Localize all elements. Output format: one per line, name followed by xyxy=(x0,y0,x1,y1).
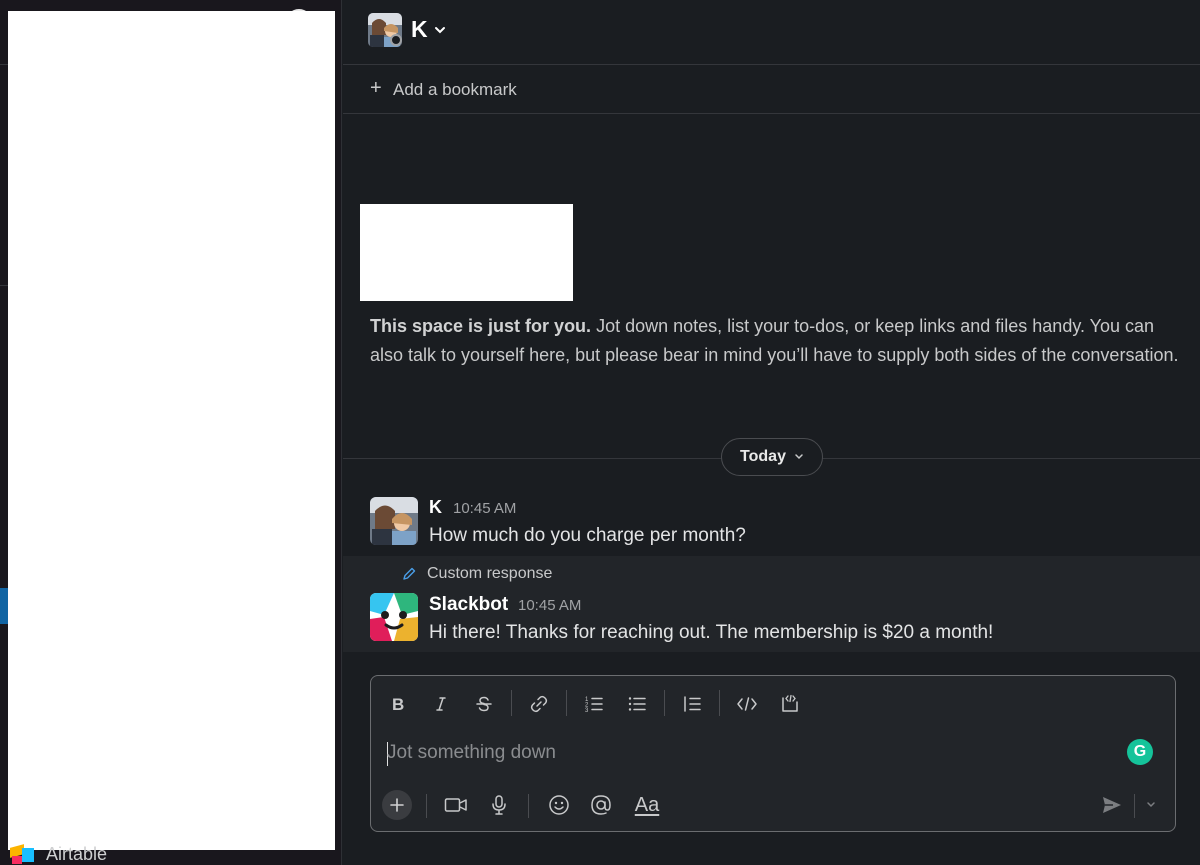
sidebar-active-indicator xyxy=(0,588,8,624)
send-icon[interactable] xyxy=(1097,790,1127,820)
sidebar-item-airtable[interactable]: Airtable xyxy=(10,843,107,865)
message-item[interactable]: Slackbot 10:45 AM Hi there! Thanks for r… xyxy=(343,591,1200,647)
channel-header: K xyxy=(343,0,1200,65)
bookmark-bar: + Add a bookmark xyxy=(343,65,1200,114)
sidebar: Airtable xyxy=(0,0,342,865)
italic-icon[interactable] xyxy=(427,690,455,718)
blockquote-icon[interactable] xyxy=(678,690,706,718)
message-item[interactable]: K 10:45 AM How much do you charge per mo… xyxy=(343,494,1200,554)
pencil-icon xyxy=(403,567,416,580)
intro-lead: This space is just for you. xyxy=(370,316,592,336)
emoji-icon[interactable] xyxy=(544,790,574,820)
bulleted-list-icon[interactable] xyxy=(623,690,651,718)
formatting-label: Aa xyxy=(634,793,660,816)
message-input[interactable]: Jot something down xyxy=(387,742,556,764)
message-text: Hi there! Thanks for reaching out. The m… xyxy=(429,622,994,643)
plus-icon[interactable] xyxy=(382,790,412,820)
toolbar-separator xyxy=(664,690,665,716)
svg-text:3: 3 xyxy=(585,708,589,714)
message-timestamp[interactable]: 10:45 AM xyxy=(518,597,581,614)
formatting-icon[interactable]: Aa xyxy=(629,790,665,820)
toolbar-separator xyxy=(1134,794,1135,818)
ordered-list-icon[interactable]: 123 xyxy=(580,690,608,718)
microphone-icon[interactable] xyxy=(484,790,514,820)
code-block-icon[interactable] xyxy=(776,690,804,718)
plus-icon: + xyxy=(370,77,382,99)
toolbar-separator xyxy=(528,794,529,818)
sidebar-divider xyxy=(0,285,8,286)
toolbar-separator xyxy=(719,690,720,716)
airtable-logo-icon xyxy=(10,844,36,864)
toolbar-separator xyxy=(426,794,427,818)
slackbot-avatar[interactable] xyxy=(370,593,418,641)
code-icon[interactable] xyxy=(733,690,761,718)
date-label: Today xyxy=(740,448,786,465)
bold-icon[interactable]: B xyxy=(384,690,412,718)
message-timestamp[interactable]: 10:45 AM xyxy=(453,500,516,517)
chevron-down-icon xyxy=(795,454,803,460)
toolbar-separator xyxy=(511,690,512,716)
sidebar-divider xyxy=(0,64,8,65)
main-pane: K + Add a bookmark This space is just fo… xyxy=(343,0,1200,865)
send-options-chevron-icon[interactable] xyxy=(1139,790,1163,820)
message-author[interactable]: K xyxy=(429,497,442,518)
mention-icon[interactable] xyxy=(586,790,616,820)
link-icon[interactable] xyxy=(525,690,553,718)
toolbar-separator xyxy=(566,690,567,716)
page-title[interactable]: K xyxy=(411,16,428,43)
sidebar-redacted-area xyxy=(8,11,335,850)
custom-response-indicator: Custom response xyxy=(401,565,552,583)
chevron-down-icon[interactable] xyxy=(434,22,446,40)
intro-image xyxy=(360,204,573,301)
grammarly-icon[interactable]: G xyxy=(1127,739,1153,765)
message-text: How much do you charge per month? xyxy=(429,525,746,546)
status-indicator-icon xyxy=(390,34,402,46)
add-bookmark-button[interactable]: Add a bookmark xyxy=(393,80,517,100)
message-author[interactable]: Slackbot xyxy=(429,594,508,616)
message-composer: B 123 Jot something down G Aa xyxy=(370,675,1176,832)
sidebar-item-label: Airtable xyxy=(46,843,108,864)
grammarly-letter: G xyxy=(1133,743,1147,760)
svg-text:B: B xyxy=(392,695,404,713)
video-icon[interactable] xyxy=(441,790,471,820)
custom-response-label: Custom response xyxy=(427,565,553,582)
strikethrough-icon[interactable] xyxy=(470,690,498,718)
date-divider-button[interactable]: Today xyxy=(721,438,823,476)
avatar[interactable] xyxy=(370,497,418,545)
intro-text: This space is just for you. Jot down not… xyxy=(370,312,1182,370)
